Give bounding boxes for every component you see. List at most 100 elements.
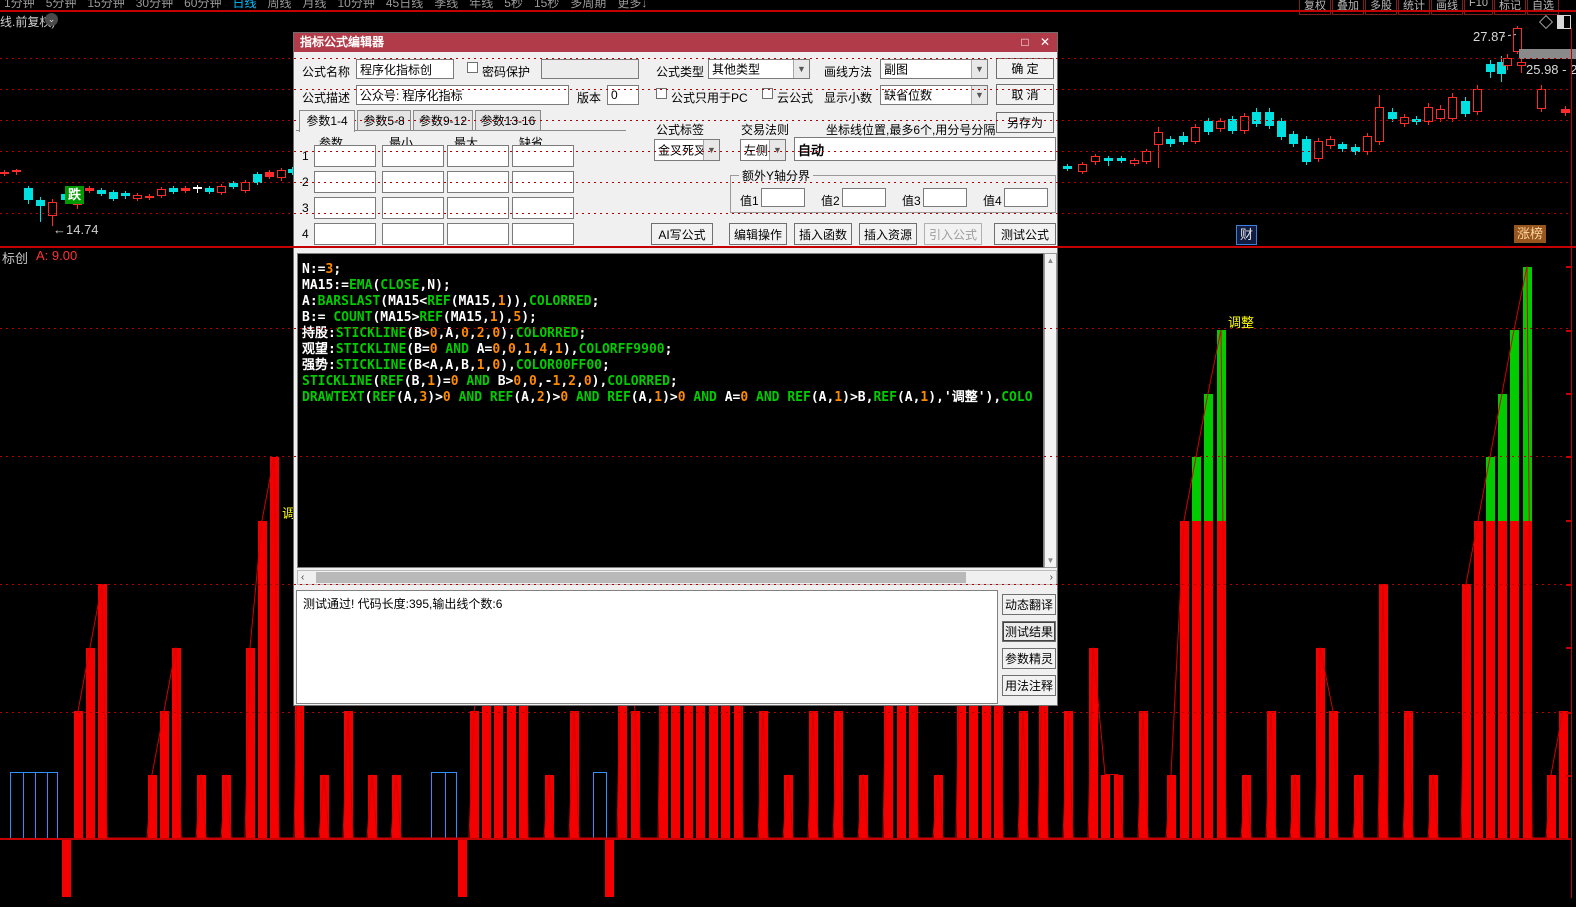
- period-tab[interactable]: 更多↓: [617, 0, 647, 10]
- toolbar-item[interactable]: 统计: [1398, 0, 1430, 15]
- toolbar-item[interactable]: 自选: [1526, 0, 1559, 15]
- usage-note-button[interactable]: 用法注释: [1002, 675, 1056, 696]
- edit-op-button[interactable]: 编辑操作: [729, 223, 787, 245]
- y-value-input-4[interactable]: [1004, 188, 1048, 207]
- insert-resource-button[interactable]: 插入资源: [859, 223, 917, 245]
- toolbar-item[interactable]: F10: [1464, 0, 1493, 15]
- param-wizard-button[interactable]: 参数精灵: [1002, 648, 1056, 669]
- chevron-down-icon[interactable]: ⌄: [45, 13, 58, 26]
- cancel-button[interactable]: 取 消: [996, 84, 1054, 105]
- period-tab[interactable]: 1分钟: [4, 0, 35, 10]
- candlestick: [1461, 101, 1470, 114]
- decimal-combo[interactable]: 缺省位数 ▼: [880, 85, 988, 105]
- candlestick: [1091, 156, 1100, 162]
- param-input-r4c1[interactable]: [314, 223, 376, 245]
- type-combo[interactable]: 其他类型 ▼: [708, 59, 810, 79]
- coord-input[interactable]: [794, 137, 1056, 161]
- period-tab[interactable]: 60分钟: [184, 0, 221, 10]
- ai-formula-button[interactable]: AI写公式: [651, 223, 713, 245]
- test-formula-button[interactable]: 测试公式: [994, 223, 1056, 245]
- toolbar-item[interactable]: 画线: [1431, 0, 1463, 15]
- scroll-up-icon[interactable]: ▲: [1045, 256, 1056, 265]
- period-tab[interactable]: 30分钟: [136, 0, 173, 10]
- indicator-name: 标创: [2, 251, 29, 266]
- period-tab[interactable]: 季线: [434, 0, 458, 10]
- cai-badge[interactable]: 财: [1236, 225, 1258, 246]
- trade-combo[interactable]: 左侧 ▼: [740, 139, 786, 161]
- formula-code-editor[interactable]: N:=3; MA15:=EMA(CLOSE,N); A:BARSLAST(MA15<…: [297, 253, 1044, 568]
- period-tab[interactable]: 月线: [302, 0, 326, 10]
- version-input[interactable]: [607, 85, 639, 105]
- hold-bar: [1316, 647, 1325, 838]
- gridline: [0, 712, 1571, 713]
- dynamic-translate-button[interactable]: 动态翻译: [1002, 594, 1056, 615]
- close-button[interactable]: ✕: [1037, 35, 1053, 50]
- scroll-left-icon[interactable]: ‹: [301, 571, 304, 584]
- param-input-r1c4[interactable]: [512, 145, 574, 167]
- split-view-icon[interactable]: [1557, 15, 1571, 29]
- y-value-input-3[interactable]: [923, 188, 967, 207]
- chevron-down-icon[interactable]: ▼: [703, 140, 719, 160]
- axis-tick: [1566, 775, 1571, 777]
- param-input-r1c2[interactable]: [382, 145, 444, 167]
- name-input[interactable]: [356, 59, 454, 79]
- code-horizontal-scrollbar[interactable]: ‹ ›: [297, 570, 1057, 585]
- tag-combo[interactable]: 金叉死叉 ▼: [654, 139, 720, 161]
- rank-badge[interactable]: 涨榜: [1514, 225, 1547, 244]
- test-result-button[interactable]: 测试结果: [1002, 621, 1056, 642]
- desc-input[interactable]: [356, 85, 569, 105]
- candlestick: [1191, 127, 1200, 142]
- drawmethod-combo[interactable]: 副图 ▼: [880, 59, 988, 79]
- scroll-down-icon[interactable]: ▼: [1045, 556, 1056, 565]
- period-tab[interactable]: 15分钟: [87, 0, 124, 10]
- candlestick: [1204, 121, 1213, 132]
- toolbar-item[interactable]: 叠加: [1332, 0, 1364, 15]
- y-value-input-1[interactable]: [761, 188, 805, 207]
- param-input-r3c1[interactable]: [314, 197, 376, 219]
- watch-box: [431, 772, 457, 840]
- param-input-r1c1[interactable]: [314, 145, 376, 167]
- hold-bar: [1291, 774, 1300, 838]
- gridline: [0, 58, 1571, 59]
- tab-params-1[interactable]: 参数1-4: [299, 110, 355, 132]
- param-input-r3c2[interactable]: [382, 197, 444, 219]
- dialog-titlebar[interactable]: 指标公式编辑器: [294, 33, 1057, 52]
- toolbar-item[interactable]: 多股: [1365, 0, 1397, 15]
- watch-box-divider: [35, 773, 36, 839]
- period-tab[interactable]: 5秒: [504, 0, 523, 10]
- toolbar-item[interactable]: 标记: [1493, 0, 1526, 15]
- period-tab[interactable]: 45日线: [386, 0, 423, 10]
- chevron-down-icon[interactable]: ▼: [769, 140, 785, 160]
- param-input-r4c3[interactable]: [447, 223, 509, 245]
- save-as-button[interactable]: 另存为: [996, 112, 1054, 133]
- toolbar-item[interactable]: 复权: [1299, 0, 1331, 15]
- ok-button[interactable]: 确 定: [996, 58, 1054, 79]
- period-tab[interactable]: 多周期: [570, 0, 606, 10]
- param-input-r4c4[interactable]: [512, 223, 574, 245]
- period-tab[interactable]: 15秒: [534, 0, 559, 10]
- period-tab[interactable]: 10分钟: [338, 0, 375, 10]
- candlestick: [217, 186, 226, 193]
- scroll-right-icon[interactable]: ›: [1050, 571, 1053, 584]
- hold-bar: [1180, 520, 1189, 838]
- param-input-r4c2[interactable]: [382, 223, 444, 245]
- maximize-button[interactable]: □: [1017, 35, 1033, 50]
- diamond-icon[interactable]: [1538, 14, 1554, 30]
- code-vertical-scrollbar[interactable]: ▲ ▼: [1044, 253, 1057, 568]
- insert-function-button[interactable]: 插入函数: [794, 223, 852, 245]
- y-value-input-2[interactable]: [842, 188, 886, 207]
- hold-bar: [98, 584, 107, 838]
- param-input-r3c4[interactable]: [512, 197, 574, 219]
- period-tab[interactable]: 年线: [469, 0, 493, 10]
- period-tab[interactable]: 周线: [267, 0, 291, 10]
- password-checkbox[interactable]: [467, 62, 478, 73]
- param-input-r1c3[interactable]: [447, 145, 509, 167]
- scrollbar-thumb[interactable]: [316, 572, 966, 583]
- period-tab[interactable]: 日线: [232, 0, 256, 10]
- chevron-down-icon[interactable]: ▼: [971, 60, 987, 78]
- type-combo-value: 其他类型: [712, 62, 761, 77]
- period-tab[interactable]: 5分钟: [46, 0, 77, 10]
- chevron-down-icon[interactable]: ▼: [793, 60, 809, 78]
- param-input-r3c3[interactable]: [447, 197, 509, 219]
- candlestick: [1448, 97, 1457, 119]
